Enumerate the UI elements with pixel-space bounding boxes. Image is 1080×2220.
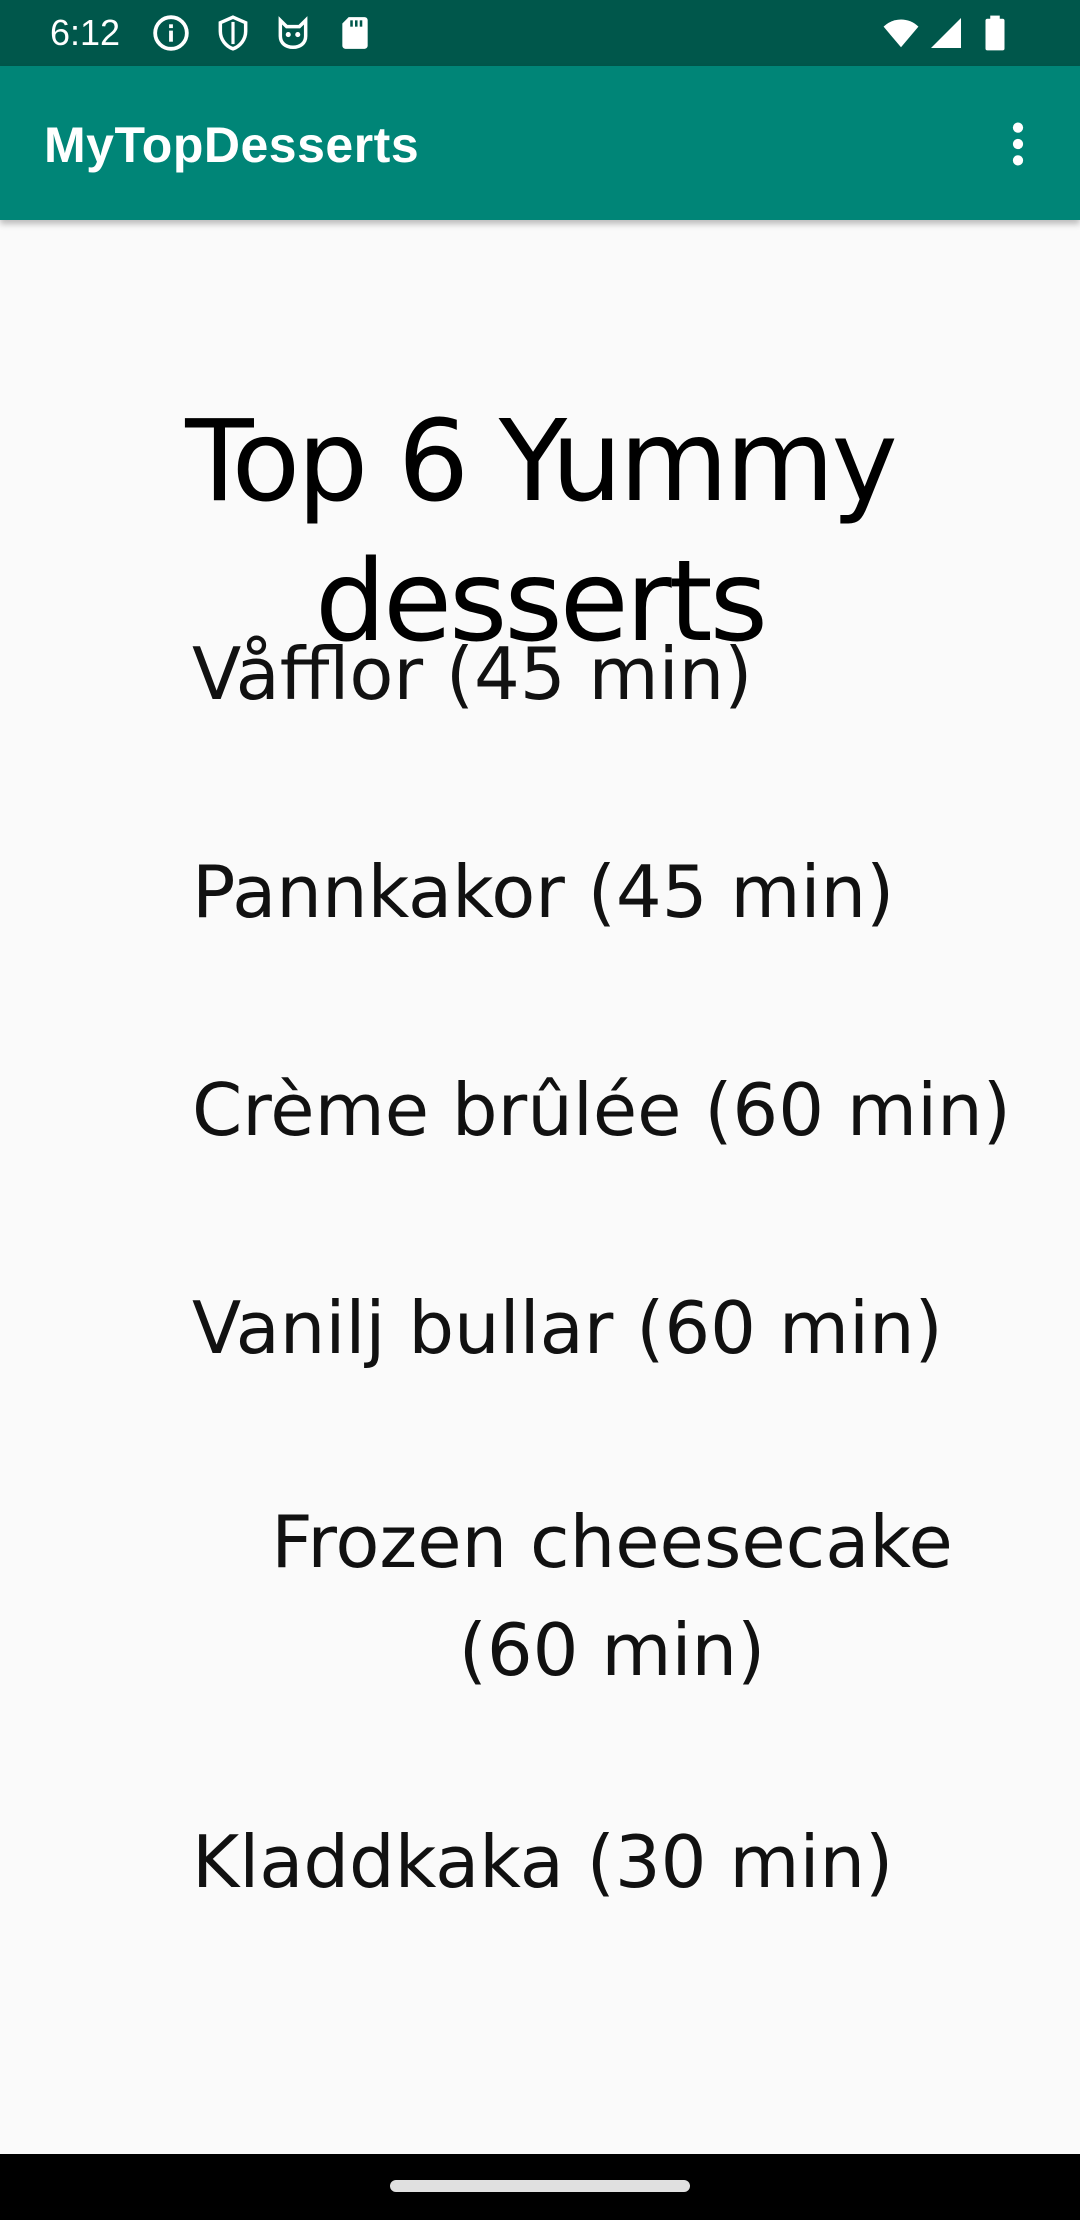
status-time: 6:12: [50, 12, 121, 53]
sd-card-icon: [342, 17, 368, 49]
app-title: MyTopDesserts: [44, 117, 420, 173]
navigation-bar: [0, 2154, 1080, 2220]
dessert-item: Frozen cheesecake (60 min): [271, 1500, 953, 1692]
battery-icon: [985, 15, 1005, 51]
dessert-item: Crème brûlée (60 min): [192, 1068, 1011, 1152]
status-bar: 6:12: [0, 0, 1080, 66]
more-vert-icon[interactable]: [990, 112, 1046, 176]
info-icon: [153, 15, 189, 51]
dessert-item: Våfflor (45 min): [192, 632, 753, 716]
shield-icon: [218, 15, 248, 51]
wifi-icon: [883, 19, 919, 48]
screen: 6:12 MyTopDesserts Top 6 Yummy desserts …: [0, 0, 1080, 2220]
app-bar: MyTopDesserts: [0, 66, 1080, 220]
signal-icon: [931, 18, 961, 48]
dessert-item: Kladdkaka (30 min): [192, 1820, 894, 1904]
home-handle[interactable]: [390, 2180, 690, 2192]
cat-icon: [278, 16, 308, 49]
dessert-item: Pannkakor (45 min): [192, 850, 895, 934]
dessert-item: Vanilj bullar (60 min): [192, 1286, 943, 1370]
